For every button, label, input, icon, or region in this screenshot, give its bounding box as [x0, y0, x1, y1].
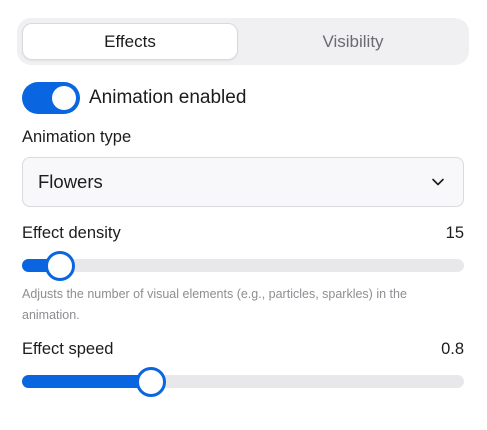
slider-fill — [22, 375, 151, 388]
slider-track — [22, 259, 464, 272]
toggle-knob — [52, 86, 76, 110]
effect-speed-label: Effect speed — [22, 340, 114, 358]
slider-thumb[interactable] — [45, 251, 76, 281]
animation-toggle-row: Animation enabled — [22, 82, 246, 114]
effect-speed-slider[interactable] — [22, 366, 464, 397]
tab-bar: Effects Visibility — [17, 18, 469, 65]
chevron-down-icon — [432, 178, 444, 186]
effect-density-help: Adjusts the number of visual elements (e… — [22, 287, 407, 322]
effect-speed-value: 0.8 — [441, 340, 464, 358]
effect-density-slider[interactable] — [22, 250, 464, 281]
animation-enabled-toggle[interactable] — [22, 82, 80, 114]
slider-thumb[interactable] — [135, 367, 166, 397]
animation-type-label: Animation type — [22, 128, 132, 146]
effect-density-value: 15 — [445, 224, 464, 242]
animation-type-select[interactable]: Flowers — [22, 157, 464, 207]
tab-effects[interactable]: Effects — [22, 23, 238, 60]
animation-type-value: Flowers — [38, 171, 103, 192]
tab-visibility[interactable]: Visibility — [242, 23, 464, 60]
animation-enabled-label: Animation enabled — [89, 87, 247, 108]
effect-density-label: Effect density — [22, 224, 121, 242]
